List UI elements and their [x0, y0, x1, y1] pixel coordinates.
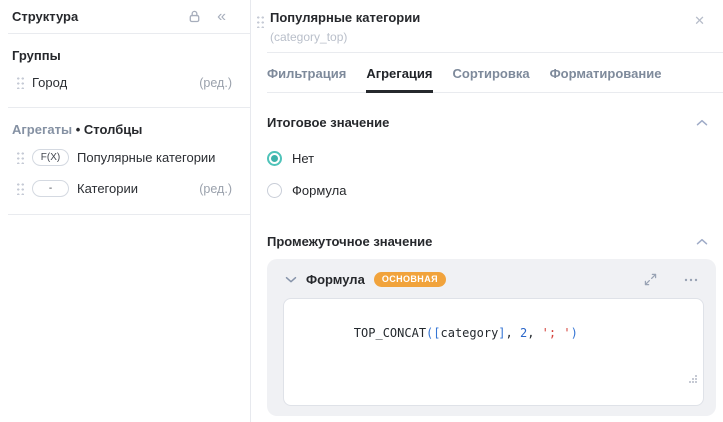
group-item-city[interactable]: Город (ред.): [0, 68, 250, 97]
code-token: ([: [426, 326, 440, 340]
divider: [8, 214, 250, 215]
tab-sorting[interactable]: Сортировка: [453, 53, 530, 93]
code-token: ,: [506, 326, 520, 340]
total-value-section-header: Итоговое значение: [267, 93, 708, 142]
radio-selected-icon[interactable]: [267, 151, 282, 166]
aggregate-item-label: Категории: [77, 181, 191, 196]
settings-tabs: Фильтрация Агрегация Сортировка Форматир…: [267, 53, 723, 93]
sidebar-title: Структура: [12, 9, 187, 24]
column-settings-panel: Популярные категории (category_top) ✕ Фи…: [251, 0, 723, 422]
drag-handle-icon[interactable]: [16, 182, 24, 195]
radio-option-formula[interactable]: Формула: [267, 174, 723, 206]
chevron-down-icon[interactable]: [285, 276, 297, 284]
code-token: ]: [498, 326, 505, 340]
aggregates-label: Агрегаты: [12, 122, 72, 137]
structure-sidebar: Структура « Группы Город (ред.) Агрегаты…: [0, 0, 251, 422]
aggregate-item-popular-categories[interactable]: F(X) Популярные категории: [0, 142, 250, 173]
lock-icon[interactable]: [187, 9, 202, 24]
code-token: '; ': [542, 326, 571, 340]
formula-card-header: Формула ОСНОВНАЯ: [267, 259, 716, 298]
panel-title-block: Популярные категории (category_top): [270, 10, 420, 44]
collapse-sidebar-icon[interactable]: «: [217, 9, 226, 25]
tab-aggregation[interactable]: Агрегация: [366, 53, 432, 93]
tab-formatting[interactable]: Форматирование: [550, 53, 662, 93]
expand-icon[interactable]: [642, 271, 659, 288]
edit-link[interactable]: (ред.): [199, 182, 232, 196]
chevron-up-icon[interactable]: [696, 238, 708, 246]
drag-handle-icon[interactable]: [16, 76, 24, 89]
chevron-up-icon[interactable]: [696, 119, 708, 127]
close-icon[interactable]: ✕: [688, 10, 711, 31]
formula-block-title[interactable]: Формула: [306, 272, 365, 287]
intermediate-value-section-header: Промежуточное значение: [267, 206, 708, 249]
radio-label: Нет: [292, 151, 314, 166]
main-formula-badge: ОСНОВНАЯ: [374, 272, 446, 288]
sidebar-header: Структура «: [0, 0, 250, 33]
radio-option-none[interactable]: Нет: [267, 142, 723, 174]
code-token: ): [571, 326, 578, 340]
tab-filtering[interactable]: Фильтрация: [267, 53, 346, 93]
drag-handle-icon[interactable]: [256, 15, 264, 28]
formula-code-editor[interactable]: TOP_CONCAT([category], 2, '; '): [283, 298, 704, 406]
separator-dot: •: [76, 122, 81, 137]
code-token: ,: [527, 326, 541, 340]
intermediate-value-title: Промежуточное значение: [267, 234, 696, 249]
radio-unselected-icon[interactable]: [267, 183, 282, 198]
panel-header: Популярные категории (category_top) ✕: [251, 0, 723, 52]
aggregation-type-badge: -: [32, 180, 69, 197]
groups-section-title: Группы: [0, 34, 250, 68]
radio-label: Формула: [292, 183, 346, 198]
aggregate-item-label: Популярные категории: [77, 150, 232, 165]
code-token: TOP_CONCAT: [354, 326, 426, 340]
columns-label: Столбцы: [84, 122, 142, 137]
group-item-label: Город: [32, 75, 191, 90]
app: Структура « Группы Город (ред.) Агрегаты…: [0, 0, 723, 422]
panel-subtitle: (category_top): [270, 30, 420, 44]
edit-link[interactable]: (ред.): [199, 76, 232, 90]
panel-title: Популярные категории: [270, 10, 420, 26]
code-token: category: [441, 326, 499, 340]
aggregate-item-categories[interactable]: - Категории (ред.): [0, 173, 250, 204]
total-value-title: Итоговое значение: [267, 115, 696, 130]
resize-grip-icon[interactable]: [615, 359, 698, 401]
formula-card: Формула ОСНОВНАЯ: [267, 259, 716, 416]
formula-type-badge: F(X): [32, 149, 69, 166]
drag-handle-icon[interactable]: [16, 151, 24, 164]
ellipsis-icon[interactable]: [682, 276, 700, 284]
aggregates-section-title: Агрегаты • Столбцы: [0, 108, 250, 142]
